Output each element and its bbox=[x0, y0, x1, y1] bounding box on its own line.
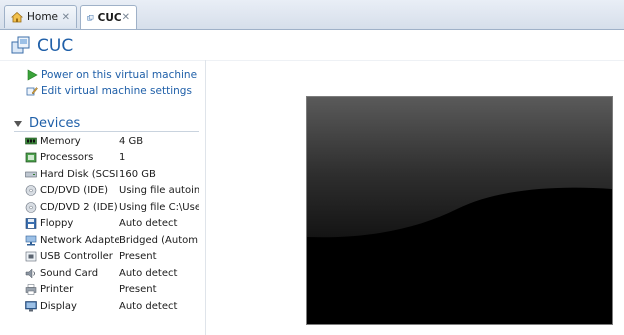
power-on-link[interactable]: Power on this virtual machine bbox=[26, 67, 197, 83]
close-icon[interactable]: ✕ bbox=[122, 12, 130, 23]
edit-settings-link[interactable]: Edit virtual machine settings bbox=[26, 83, 197, 99]
device-row-hard-disk[interactable]: Hard Disk (SCSI) 160 GB bbox=[25, 166, 205, 183]
device-row-processors[interactable]: Processors 1 bbox=[25, 150, 205, 167]
actions-panel: Power on this virtual machine Edit virtu… bbox=[26, 67, 197, 99]
device-value: Auto detect bbox=[119, 267, 178, 279]
device-value: Auto detect bbox=[119, 300, 178, 312]
close-icon[interactable]: ✕ bbox=[62, 12, 70, 23]
sound-card-icon bbox=[25, 268, 35, 279]
tab-cuc[interactable]: CUC ✕ bbox=[80, 5, 137, 29]
hard-disk-icon bbox=[25, 171, 37, 178]
power-on-label: Power on this virtual machine bbox=[41, 69, 198, 81]
device-name: CD/DVD (IDE) bbox=[40, 185, 109, 197]
floppy-icon bbox=[25, 218, 37, 230]
device-row-memory[interactable]: Memory 4 GB bbox=[25, 133, 205, 150]
home-icon bbox=[11, 11, 23, 23]
device-name: USB Controller bbox=[40, 251, 113, 263]
tab-home-label: Home bbox=[27, 11, 59, 23]
display-icon bbox=[25, 300, 37, 312]
edit-settings-label: Edit virtual machine settings bbox=[41, 85, 192, 97]
device-name: Sound Card bbox=[40, 267, 99, 279]
cd-dvd-icon bbox=[25, 185, 37, 197]
device-row-printer[interactable]: Printer Present bbox=[25, 282, 205, 299]
network-adapter-icon bbox=[25, 235, 37, 246]
device-value: 160 GB bbox=[119, 168, 156, 180]
device-name: Hard Disk (SCSI) bbox=[40, 168, 119, 180]
device-value: Using file autoin... bbox=[119, 185, 199, 197]
vm-icon bbox=[87, 14, 94, 20]
device-value: Present bbox=[119, 251, 157, 263]
printer-icon bbox=[25, 284, 37, 295]
device-row-display[interactable]: Display Auto detect bbox=[25, 298, 205, 315]
device-row-usb-controller[interactable]: USB Controller Present bbox=[25, 249, 205, 266]
power-on-icon bbox=[27, 69, 38, 81]
tab-home[interactable]: Home ✕ bbox=[4, 5, 77, 28]
device-name: Display bbox=[40, 300, 77, 312]
device-row-cd-dvd[interactable]: CD/DVD (IDE) Using file autoin... bbox=[25, 183, 205, 200]
cd-dvd-icon bbox=[25, 201, 37, 213]
page-title: CUC bbox=[37, 36, 74, 56]
device-name: Floppy bbox=[40, 218, 74, 230]
memory-icon bbox=[25, 137, 37, 145]
vm-screen-preview[interactable] bbox=[306, 96, 613, 325]
device-value: 1 bbox=[119, 152, 126, 164]
screen-gloss bbox=[307, 97, 612, 324]
device-name: CD/DVD 2 (IDE) bbox=[40, 201, 118, 213]
divider bbox=[205, 60, 206, 335]
divider bbox=[0, 60, 624, 61]
vm-header: CUC bbox=[11, 35, 73, 57]
device-row-floppy[interactable]: Floppy Auto detect bbox=[25, 216, 205, 233]
devices-section-toggle[interactable]: Devices bbox=[14, 116, 80, 131]
device-value: Present bbox=[119, 284, 157, 296]
device-value: Using file C:\Use... bbox=[119, 201, 199, 213]
device-value: Auto detect bbox=[119, 218, 178, 230]
vm-icon bbox=[11, 36, 30, 54]
edit-settings-icon bbox=[26, 87, 38, 96]
collapse-triangle-icon bbox=[14, 120, 22, 127]
device-value: Bridged (Autom... bbox=[119, 234, 199, 246]
device-name: Network Adapter bbox=[40, 234, 119, 246]
device-row-cd-dvd-2[interactable]: CD/DVD 2 (IDE) Using file C:\Use... bbox=[25, 199, 205, 216]
tab-cuc-label: CUC bbox=[97, 11, 122, 24]
devices-heading: Devices bbox=[29, 116, 81, 131]
device-name: Printer bbox=[40, 284, 74, 296]
divider bbox=[14, 131, 199, 132]
device-list: Memory 4 GB Processors 1 Hard Disk (SCSI… bbox=[25, 133, 205, 315]
device-value: 4 GB bbox=[119, 135, 144, 147]
device-name: Memory bbox=[40, 135, 81, 147]
device-name: Processors bbox=[40, 152, 94, 164]
device-row-sound-card[interactable]: Sound Card Auto detect bbox=[25, 265, 205, 282]
tab-strip: Home ✕ CUC ✕ bbox=[0, 0, 624, 30]
processor-icon bbox=[25, 152, 37, 163]
device-row-network-adapter[interactable]: Network Adapter Bridged (Autom... bbox=[25, 232, 205, 249]
usb-icon bbox=[25, 251, 37, 262]
